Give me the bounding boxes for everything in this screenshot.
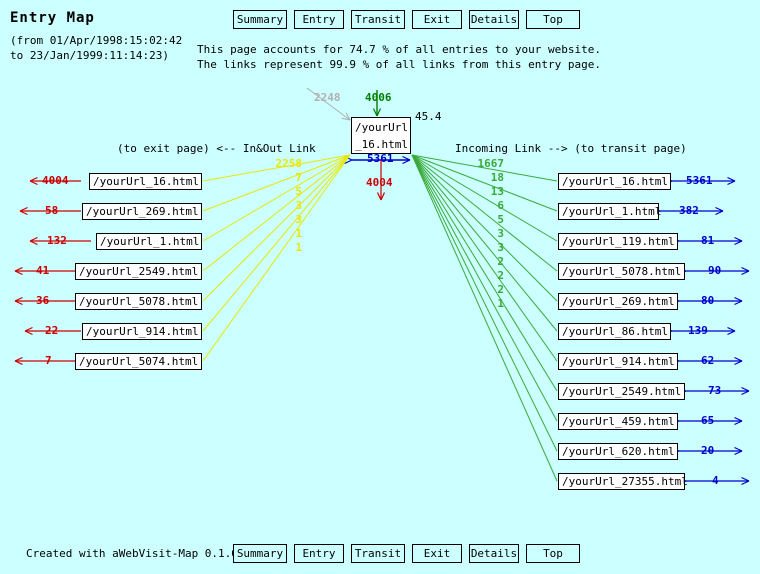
nav-button-transit-bottom[interactable]: Transit bbox=[351, 544, 405, 563]
right-node-value-2: 382 bbox=[679, 204, 699, 217]
right-node-value-10: 20 bbox=[701, 444, 715, 457]
incoming-gray-value: 2248 bbox=[314, 91, 341, 104]
nav-button-exit[interactable]: Exit bbox=[412, 10, 462, 29]
left-fan-value-7: 1 bbox=[295, 241, 302, 254]
center-node-url-line1: /yourUrl bbox=[355, 121, 408, 134]
date-range-to: to 23/Jan/1999:11:14:23) bbox=[10, 49, 169, 62]
right-node-value-6: 139 bbox=[688, 324, 708, 337]
right-node-box-6[interactable]: /yourUrl_86.html bbox=[558, 323, 671, 340]
right-fan-value-10: 2 bbox=[497, 283, 504, 296]
left-node-box-4[interactable]: /yourUrl_2549.html bbox=[75, 263, 202, 280]
nav-button-top-bottom[interactable]: Top bbox=[526, 544, 580, 563]
right-node-box-2[interactable]: /yourUrl_1.html bbox=[558, 203, 661, 220]
nav-button-entry-bottom[interactable]: Entry bbox=[294, 544, 344, 563]
nav-button-entry[interactable]: Entry bbox=[294, 10, 344, 29]
left-fan-value-5: 3 bbox=[295, 213, 302, 226]
incoming-green-value: 4006 bbox=[365, 91, 392, 104]
center-node-box[interactable]: /yourUrl _16.html bbox=[351, 117, 411, 154]
left-node-box-2[interactable]: /yourUrl_269.html bbox=[82, 203, 202, 220]
nav-button-details[interactable]: Details bbox=[469, 10, 519, 29]
right-fan-value-2: 18 bbox=[490, 171, 504, 184]
left-node-box-6[interactable]: /yourUrl_914.html bbox=[82, 323, 202, 340]
nav-button-top[interactable]: Top bbox=[526, 10, 580, 29]
left-fan-value-3: 5 bbox=[295, 185, 302, 198]
right-node-box-9[interactable]: /yourUrl_459.html bbox=[558, 413, 678, 430]
right-node-value-4: 90 bbox=[708, 264, 722, 277]
right-fan-value-3: 13 bbox=[490, 185, 504, 198]
right-node-value-1: 5361 bbox=[686, 174, 713, 187]
left-node-value-4: 41 bbox=[36, 264, 50, 277]
left-fan-value-2: 7 bbox=[295, 171, 302, 184]
right-fan-value-8: 2 bbox=[497, 255, 504, 268]
right-fan-value-4: 6 bbox=[497, 199, 504, 212]
nav-button-summary-bottom[interactable]: Summary bbox=[233, 544, 287, 563]
center-inout-value: 5361 bbox=[367, 152, 394, 165]
right-node-value-3: 81 bbox=[701, 234, 715, 247]
left-node-box-1[interactable]: /yourUrl_16.html bbox=[89, 173, 202, 190]
right-node-box-1[interactable]: /yourUrl_16.html bbox=[558, 173, 671, 190]
nav-button-summary[interactable]: Summary bbox=[233, 10, 287, 29]
right-node-box-3[interactable]: /yourUrl_119.html bbox=[558, 233, 678, 250]
right-fan-value-5: 5 bbox=[497, 213, 504, 226]
right-node-value-5: 80 bbox=[701, 294, 715, 307]
right-node-box-5[interactable]: /yourUrl_269.html bbox=[558, 293, 678, 310]
left-fan-value-1: 2258 bbox=[275, 157, 303, 170]
left-node-box-5[interactable]: /yourUrl_5078.html bbox=[75, 293, 202, 310]
page-title: Entry Map bbox=[10, 10, 95, 26]
right-node-value-9: 65 bbox=[701, 414, 715, 427]
center-exit-value: 4004 bbox=[366, 176, 393, 189]
intro-line-entries: This page accounts for 74.7 % of all ent… bbox=[197, 43, 601, 56]
bottom-navigation-bar: Summary Entry Transit Exit Details Top bbox=[233, 544, 580, 563]
left-fan-value-4: 3 bbox=[295, 199, 302, 212]
entry-map-page: Entry Map (from 01/Apr/1998:15:02:42 to 2… bbox=[0, 0, 760, 574]
center-node-percent: 45.4 bbox=[415, 110, 442, 123]
right-column-header: Incoming Link --> (to transit page) bbox=[455, 142, 687, 155]
right-fan-value-1: 1667 bbox=[477, 157, 505, 170]
right-fan-value-6: 3 bbox=[497, 227, 504, 240]
date-range: (from 01/Apr/1998:15:02:42 to 23/Jan/1999… bbox=[10, 33, 182, 63]
left-node-value-5: 36 bbox=[36, 294, 50, 307]
right-node-box-11[interactable]: /yourUrl_27355.html bbox=[558, 473, 688, 490]
right-fan-value-9: 2 bbox=[497, 269, 504, 282]
left-node-value-7: 7 bbox=[45, 354, 52, 367]
left-node-box-3[interactable]: /yourUrl_1.html bbox=[96, 233, 202, 250]
center-node-url-line2: _16.html bbox=[355, 138, 408, 151]
left-node-value-6: 22 bbox=[45, 324, 59, 337]
right-fan-value-7: 3 bbox=[497, 241, 504, 254]
nav-button-details-bottom[interactable]: Details bbox=[469, 544, 519, 563]
intro-line-links: The links represent 99.9 % of all links … bbox=[197, 58, 601, 71]
right-node-value-11: 4 bbox=[712, 474, 719, 487]
top-navigation-bar: Summary Entry Transit Exit Details Top bbox=[233, 10, 580, 29]
nav-button-exit-bottom[interactable]: Exit bbox=[412, 544, 462, 563]
left-node-value-1: 4004 bbox=[42, 174, 69, 187]
left-node-value-2: 58 bbox=[45, 204, 59, 217]
right-fan-value-11: 1 bbox=[497, 297, 504, 310]
left-fan-value-6: 1 bbox=[295, 227, 302, 240]
date-range-from: (from 01/Apr/1998:15:02:42 bbox=[10, 34, 183, 47]
right-node-box-7[interactable]: /yourUrl_914.html bbox=[558, 353, 678, 370]
right-node-box-10[interactable]: /yourUrl_620.html bbox=[558, 443, 678, 460]
nav-button-transit[interactable]: Transit bbox=[351, 10, 405, 29]
credit-text: Created with aWebVisit-Map 0.1.6 bbox=[26, 547, 238, 560]
right-node-box-4[interactable]: /yourUrl_5078.html bbox=[558, 263, 685, 280]
left-node-box-7[interactable]: /yourUrl_5074.html bbox=[75, 353, 202, 370]
right-node-value-8: 73 bbox=[708, 384, 722, 397]
left-node-value-3: 132 bbox=[47, 234, 67, 247]
intro-text: This page accounts for 74.7 % of all ent… bbox=[197, 42, 601, 72]
right-node-value-7: 62 bbox=[701, 354, 715, 367]
left-column-header: (to exit page) <-- In&Out Link bbox=[117, 142, 316, 155]
right-node-box-8[interactable]: /yourUrl_2549.html bbox=[558, 383, 685, 400]
